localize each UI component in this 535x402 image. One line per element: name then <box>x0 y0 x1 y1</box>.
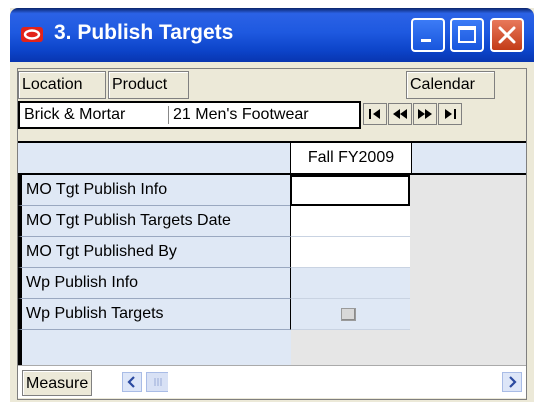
product-context: 21 Men's Footwear <box>168 106 309 124</box>
scrollbar-track[interactable] <box>168 372 498 392</box>
previous-page-icon <box>393 109 407 119</box>
cell-mo-tgt-publish-info[interactable] <box>290 175 410 206</box>
cell-wp-publish-info <box>290 268 410 299</box>
wp-publish-targets-checkbox[interactable] <box>341 308 356 321</box>
title-bar[interactable]: 3. Publish Targets <box>10 8 534 62</box>
column-header-fall-fy2009[interactable]: Fall FY2009 <box>290 143 412 173</box>
chevron-left-icon <box>127 376 135 388</box>
worksheet-client-area: Location Product Calendar Brick & Mortar… <box>17 68 527 400</box>
oracle-logo-icon <box>21 27 43 42</box>
first-page-button[interactable] <box>363 103 387 125</box>
publish-targets-window: 3. Publish Targets Location Product Cale… <box>10 8 534 402</box>
maximize-icon <box>458 26 476 43</box>
first-page-icon <box>369 109 380 119</box>
last-page-button[interactable] <box>438 103 462 125</box>
grip-icon <box>154 378 162 386</box>
maximize-button[interactable] <box>450 18 484 52</box>
minimize-icon <box>421 39 431 42</box>
column-header-row: Fall FY2009 <box>18 141 526 175</box>
minimize-button[interactable] <box>411 18 445 52</box>
scroll-right-button[interactable] <box>502 372 522 392</box>
cell-mo-tgt-publish-targets-date[interactable] <box>290 206 410 237</box>
previous-page-button[interactable] <box>388 103 412 125</box>
last-page-icon <box>445 109 456 119</box>
scrollbar-thumb[interactable] <box>146 372 170 392</box>
row-label-mo-tgt-publish-targets-date[interactable]: MO Tgt Publish Targets Date <box>18 206 291 237</box>
cell-mo-tgt-published-by[interactable] <box>290 237 410 268</box>
row-label-wp-publish-targets[interactable]: Wp Publish Targets <box>18 299 291 330</box>
row-spacer <box>18 330 291 365</box>
bottom-bar: Measure <box>18 365 526 398</box>
product-button[interactable]: Product <box>108 71 189 99</box>
chevron-right-icon <box>509 376 517 388</box>
close-icon <box>498 26 516 44</box>
row-label-mo-tgt-published-by[interactable]: MO Tgt Published By <box>18 237 291 268</box>
location-context: Brick & Mortar <box>24 106 126 123</box>
cell-wp-publish-targets <box>290 299 410 330</box>
measure-button[interactable]: Measure <box>22 370 93 396</box>
next-page-button[interactable] <box>413 103 437 125</box>
context-bar: Brick & Mortar 21 Men's Footwear <box>18 101 361 129</box>
location-button[interactable]: Location <box>18 71 106 99</box>
close-button[interactable] <box>490 18 524 52</box>
window-title: 3. Publish Targets <box>54 21 234 44</box>
row-label-mo-tgt-publish-info[interactable]: MO Tgt Publish Info <box>18 175 291 206</box>
next-page-icon <box>418 109 432 119</box>
data-grid: Fall FY2009 MO Tgt Publish Info MO Tgt P… <box>18 141 526 365</box>
row-label-wp-publish-info[interactable]: Wp Publish Info <box>18 268 291 299</box>
calendar-button[interactable]: Calendar <box>406 71 495 99</box>
scroll-left-button[interactable] <box>122 372 142 392</box>
